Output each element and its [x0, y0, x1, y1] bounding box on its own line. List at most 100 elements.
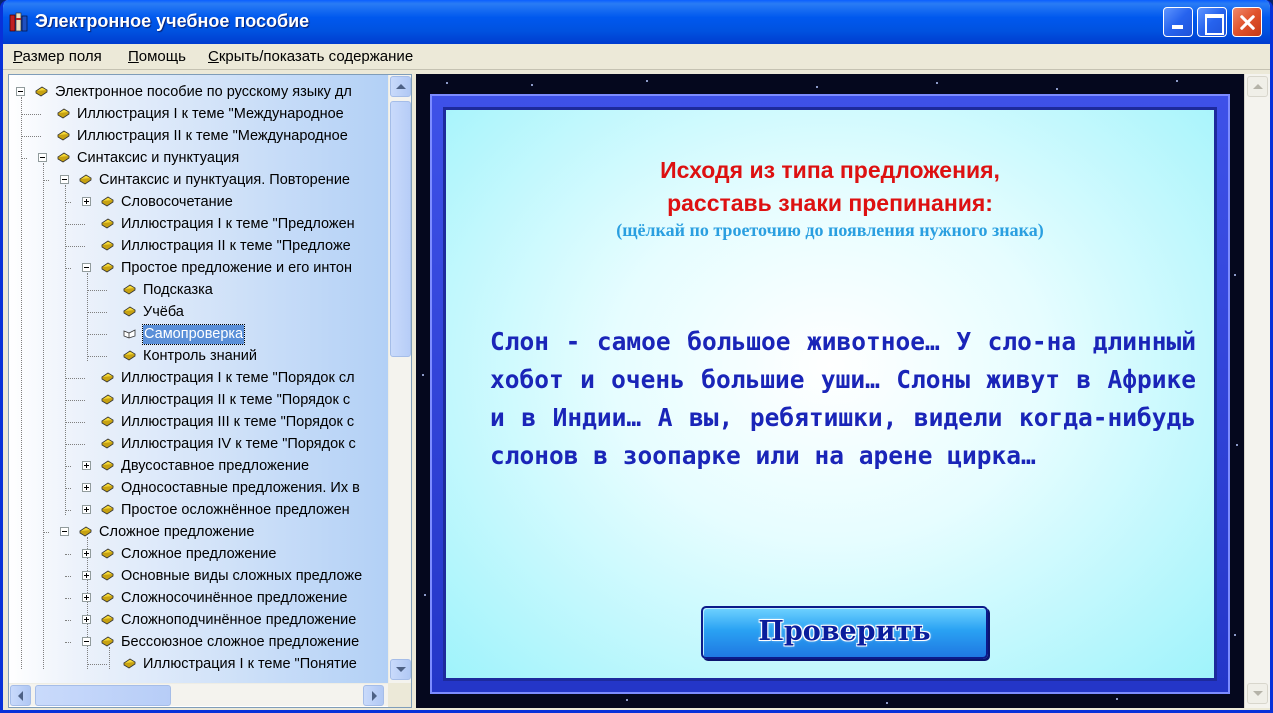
maximize-button[interactable] — [1197, 7, 1227, 37]
star-decoration — [1116, 698, 1118, 700]
tree-connector — [65, 246, 85, 247]
exercise-text[interactable]: Слон - самое большое животное… У сло-на … — [490, 323, 1196, 475]
tree-item[interactable]: Самопроверка — [9, 323, 388, 345]
tree-item-label: Иллюстрация II к теме "Порядок с — [121, 392, 351, 408]
tree-horizontal-scroll-thumb[interactable] — [35, 685, 171, 706]
arrow-down-icon — [396, 667, 406, 672]
tree-item[interactable]: Бессоюзное сложное предложение — [9, 631, 388, 653]
task-heading-line2: расставь знаки препинания: — [667, 190, 993, 216]
tree-connector — [65, 620, 71, 621]
star-decoration — [886, 702, 888, 704]
tree-item[interactable]: Синтаксис и пунктуация — [9, 147, 388, 169]
arrow-up-icon — [396, 84, 406, 89]
tree-item[interactable]: Подсказка — [9, 279, 388, 301]
contents-tree[interactable]: Электронное пособие по русскому языку дл… — [9, 75, 388, 683]
tree-collapse-icon[interactable] — [82, 263, 91, 272]
tree-item[interactable]: Иллюстрация III к теме "Порядок с — [9, 411, 388, 433]
tree-item[interactable]: Словосочетание — [9, 191, 388, 213]
check-button[interactable]: Проверить — [701, 606, 988, 659]
tree-item[interactable]: Сложное предложение — [9, 521, 388, 543]
tree-item[interactable]: Контроль знаний — [9, 345, 388, 367]
app-icon — [9, 12, 28, 32]
book-icon — [101, 570, 114, 581]
tree-expand-icon[interactable] — [82, 461, 91, 470]
star-decoration — [646, 80, 648, 82]
tree-item[interactable]: Иллюстрация I к теме "Предложен — [9, 213, 388, 235]
task-heading-line1: Исходя из типа предложения, — [660, 157, 1000, 183]
tree-item[interactable]: Электронное пособие по русскому языку дл — [9, 81, 388, 103]
tree-collapse-icon[interactable] — [38, 153, 47, 162]
lesson-vertical-scrollbar[interactable] — [1244, 74, 1270, 708]
tree-item[interactable]: Иллюстрация II к теме "Международное — [9, 125, 388, 147]
tree-item[interactable]: Иллюстрация I к теме "Понятие — [9, 653, 388, 675]
tree-expand-icon[interactable] — [82, 615, 91, 624]
tree-item[interactable]: Односоставные предложения. Их в — [9, 477, 388, 499]
lesson-scroll-up-button[interactable] — [1247, 76, 1268, 97]
menu-field-size[interactable]: Размер поля — [13, 48, 102, 65]
tree-item-label: Синтаксис и пунктуация — [77, 150, 240, 166]
tree-item-label: Сложноподчинённое предложение — [121, 612, 357, 628]
tree-item[interactable]: Сложносочинённое предложение — [9, 587, 388, 609]
close-button[interactable] — [1232, 7, 1262, 37]
tree-item[interactable]: Простое осложнённое предложен — [9, 499, 388, 521]
tree-item[interactable]: Сложное предложение — [9, 543, 388, 565]
star-decoration — [1234, 274, 1236, 276]
tree-connector — [21, 114, 41, 115]
tree-scroll-left-button[interactable] — [10, 685, 31, 706]
tree-scroll-right-button[interactable] — [363, 685, 384, 706]
lesson-panel: Исходя из типа предложения, расставь зна… — [416, 74, 1244, 708]
tree-item-label: Сложное предложение — [99, 524, 255, 540]
tree-item[interactable]: Учёба — [9, 301, 388, 323]
tree-item-label: Сложное предложение — [121, 546, 277, 562]
tree-expand-icon[interactable] — [82, 197, 91, 206]
tree-horizontal-scrollbar[interactable] — [9, 683, 388, 706]
tree-connector — [65, 224, 85, 225]
title-bar[interactable]: Электронное учебное пособие — [3, 0, 1270, 44]
minimize-button[interactable] — [1163, 7, 1193, 37]
tree-connector — [65, 488, 71, 489]
tree-expand-icon[interactable] — [82, 483, 91, 492]
tree-item[interactable]: Основные виды сложных предложе — [9, 565, 388, 587]
tree-connector — [65, 598, 71, 599]
check-button-label: Проверить — [758, 616, 931, 647]
book-icon — [101, 482, 114, 493]
tree-item[interactable]: Иллюстрация II к теме "Предложе — [9, 235, 388, 257]
tree-item[interactable]: Иллюстрация II к теме "Порядок с — [9, 389, 388, 411]
tree-item[interactable]: Синтаксис и пунктуация. Повторение — [9, 169, 388, 191]
tree-scroll-down-button[interactable] — [390, 659, 411, 680]
star-decoration — [422, 374, 424, 376]
tree-item[interactable]: Двусоставное предложение — [9, 455, 388, 477]
tree-connector — [65, 378, 85, 379]
tree-collapse-icon[interactable] — [16, 87, 25, 96]
tree-collapse-icon[interactable] — [60, 175, 69, 184]
tree-item[interactable]: Простое предложение и его интон — [9, 257, 388, 279]
tree-expand-icon[interactable] — [82, 505, 91, 514]
tree-item-label: Простое осложнённое предложен — [121, 502, 350, 518]
tree-vertical-scrollbar[interactable] — [388, 75, 411, 683]
book-icon — [123, 658, 136, 669]
star-decoration — [816, 86, 818, 88]
star-decoration — [446, 82, 448, 84]
tree-expand-icon[interactable] — [82, 571, 91, 580]
tree-item[interactable]: Сложноподчинённое предложение — [9, 609, 388, 631]
tree-item-label: Словосочетание — [121, 194, 233, 210]
tree-item-label: Электронное пособие по русскому языку дл — [55, 84, 352, 100]
tree-scroll-up-button[interactable] — [390, 76, 411, 97]
tree-item-label: Иллюстрация III к теме "Порядок с — [121, 414, 355, 430]
book-icon — [101, 372, 114, 383]
tree-collapse-icon[interactable] — [60, 527, 69, 536]
tree-item[interactable]: Иллюстрация I к теме "Международное — [9, 103, 388, 125]
book-icon — [101, 196, 114, 207]
tree-expand-icon[interactable] — [82, 549, 91, 558]
menu-toggle-contents[interactable]: Скрыть/показать содержание — [208, 48, 413, 65]
tree-item[interactable]: Иллюстрация I к теме "Порядок сл — [9, 367, 388, 389]
tree-item[interactable]: Иллюстрация IV к теме "Порядок с — [9, 433, 388, 455]
tree-expand-icon[interactable] — [82, 593, 91, 602]
tree-connector — [65, 554, 71, 555]
lesson-scroll-down-button[interactable] — [1247, 683, 1268, 704]
menu-help[interactable]: Помощь — [128, 48, 186, 65]
tree-collapse-icon[interactable] — [82, 637, 91, 646]
star-decoration — [1234, 634, 1236, 636]
tree-vertical-scroll-thumb[interactable] — [390, 101, 411, 357]
book-icon — [101, 592, 114, 603]
